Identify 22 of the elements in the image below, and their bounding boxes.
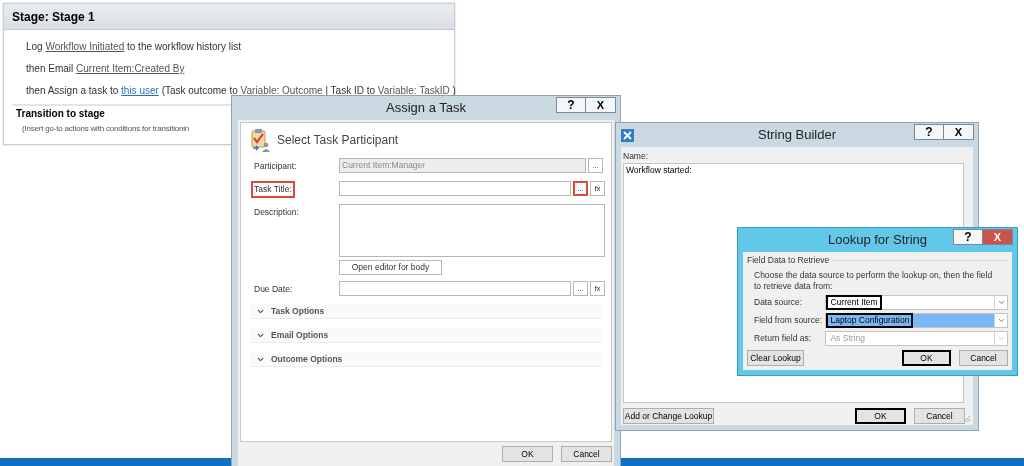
dialog-title: Lookup for String: [828, 231, 927, 250]
dialog-title: String Builder: [757, 126, 836, 145]
field-label: Return field as:: [754, 331, 813, 345]
action-sentence: then Email Current Item:Created By: [26, 62, 186, 75]
group-title: Field Data to Retrieve: [747, 254, 830, 267]
dropdown-value: Laptop Configuration: [826, 312, 914, 328]
field-label: Data source:: [754, 295, 804, 309]
field-label: Description:: [253, 206, 300, 219]
field-label: Task Title:: [251, 181, 295, 198]
field-label: Due Date:: [253, 283, 294, 296]
stage-header: Stage: Stage 1: [4, 4, 454, 30]
transition-hint: (Insert go-to actions with conditions for transitionin: [22, 123, 190, 135]
field-label: Field from source:: [754, 313, 824, 327]
lookup-description: Choose the data source to perform the lookup on, then the field to retrieve data from:: [753, 269, 994, 292]
field-label: Participant:: [253, 160, 298, 173]
dropdown-value: As String: [829, 331, 866, 345]
action-sentence: Log Workflow Initiated to the workflow history list: [26, 40, 242, 53]
dialog-title: Assign a Task: [386, 99, 466, 118]
dropdown-value: Current Item: [826, 294, 882, 310]
section-heading: Select Task Participant: [277, 132, 399, 149]
name-label: Name:: [623, 151, 650, 162]
transition-title: Transition to stage: [16, 107, 105, 120]
